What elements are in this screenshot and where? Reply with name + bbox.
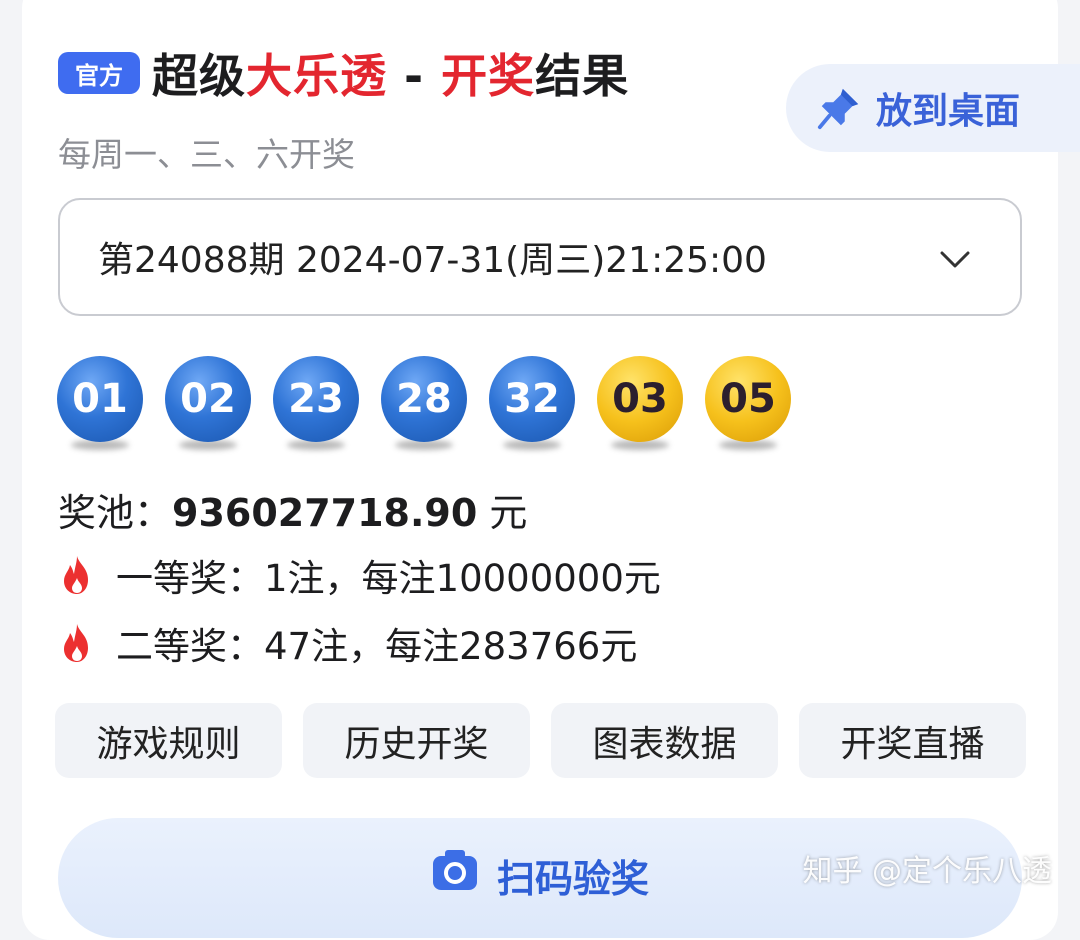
watermark: 知乎 @定个乐八透 bbox=[802, 854, 1052, 889]
title-part-2: 大乐透 bbox=[246, 49, 387, 103]
front-ball-number: 28 bbox=[381, 356, 467, 442]
prize-pool-unit: 元 bbox=[477, 491, 528, 535]
front-ball-number: 23 bbox=[273, 356, 359, 442]
draw-history-button[interactable]: 历史开奖 bbox=[303, 703, 530, 778]
prize-pool-label: 奖池： bbox=[58, 491, 173, 535]
title-part-5: 结果 bbox=[535, 49, 630, 103]
add-to-desktop-label: 放到桌面 bbox=[876, 91, 1021, 132]
winning-numbers: 01 02 23 28 32 03 05 bbox=[57, 356, 813, 456]
draw-period-select[interactable]: 第24088期 2024-07-31(周三)21:25:00 bbox=[58, 198, 1022, 316]
back-ball-number: 05 bbox=[705, 356, 791, 442]
title-row: 官方 超级大乐透 - 开奖结果 bbox=[58, 42, 629, 104]
front-ball-number: 32 bbox=[489, 356, 575, 442]
front-ball: 02 bbox=[165, 356, 273, 456]
back-ball: 05 bbox=[705, 356, 813, 456]
add-to-desktop-button[interactable]: 放到桌面 bbox=[786, 64, 1080, 152]
front-ball: 23 bbox=[273, 356, 381, 456]
front-ball-number: 01 bbox=[57, 356, 143, 442]
front-ball: 01 bbox=[57, 356, 165, 456]
front-ball-number: 02 bbox=[165, 356, 251, 442]
scan-verify-label: 扫码验奖 bbox=[496, 857, 649, 901]
title-part-1: 超级 bbox=[152, 49, 246, 103]
official-badge: 官方 bbox=[58, 52, 140, 94]
draw-period-value: 第24088期 2024-07-31(周三)21:25:00 bbox=[98, 240, 767, 281]
second-prize-text: 二等奖：47注，每注283766元 bbox=[116, 625, 638, 668]
title-part-3: - bbox=[387, 49, 442, 103]
chart-data-button[interactable]: 图表数据 bbox=[551, 703, 778, 778]
game-rules-button[interactable]: 游戏规则 bbox=[55, 703, 282, 778]
back-ball: 03 bbox=[597, 356, 705, 456]
action-buttons: 游戏规则 历史开奖 图表数据 开奖直播 bbox=[55, 703, 1026, 778]
prize-pool: 奖池：936027718.90 元 bbox=[58, 482, 527, 537]
page-title: 超级大乐透 - 开奖结果 bbox=[152, 40, 629, 106]
chevron-down-icon bbox=[940, 251, 970, 268]
first-prize-row: 一等奖：1注，每注10000000元 bbox=[58, 548, 661, 602]
camera-icon bbox=[432, 850, 477, 890]
back-ball-number: 03 bbox=[597, 356, 683, 442]
first-prize-text: 一等奖：1注，每注10000000元 bbox=[116, 557, 661, 600]
fire-icon bbox=[64, 556, 88, 594]
front-ball: 28 bbox=[381, 356, 489, 456]
title-part-4: 开奖 bbox=[441, 49, 536, 103]
draw-schedule: 每周一、三、六开奖 bbox=[58, 135, 355, 174]
fire-icon bbox=[64, 624, 88, 662]
prize-pool-amount: 936027718.90 bbox=[172, 491, 478, 535]
pin-icon bbox=[817, 88, 859, 130]
live-draw-button[interactable]: 开奖直播 bbox=[799, 703, 1026, 778]
second-prize-row: 二等奖：47注，每注283766元 bbox=[58, 616, 637, 670]
front-ball: 32 bbox=[489, 356, 597, 456]
